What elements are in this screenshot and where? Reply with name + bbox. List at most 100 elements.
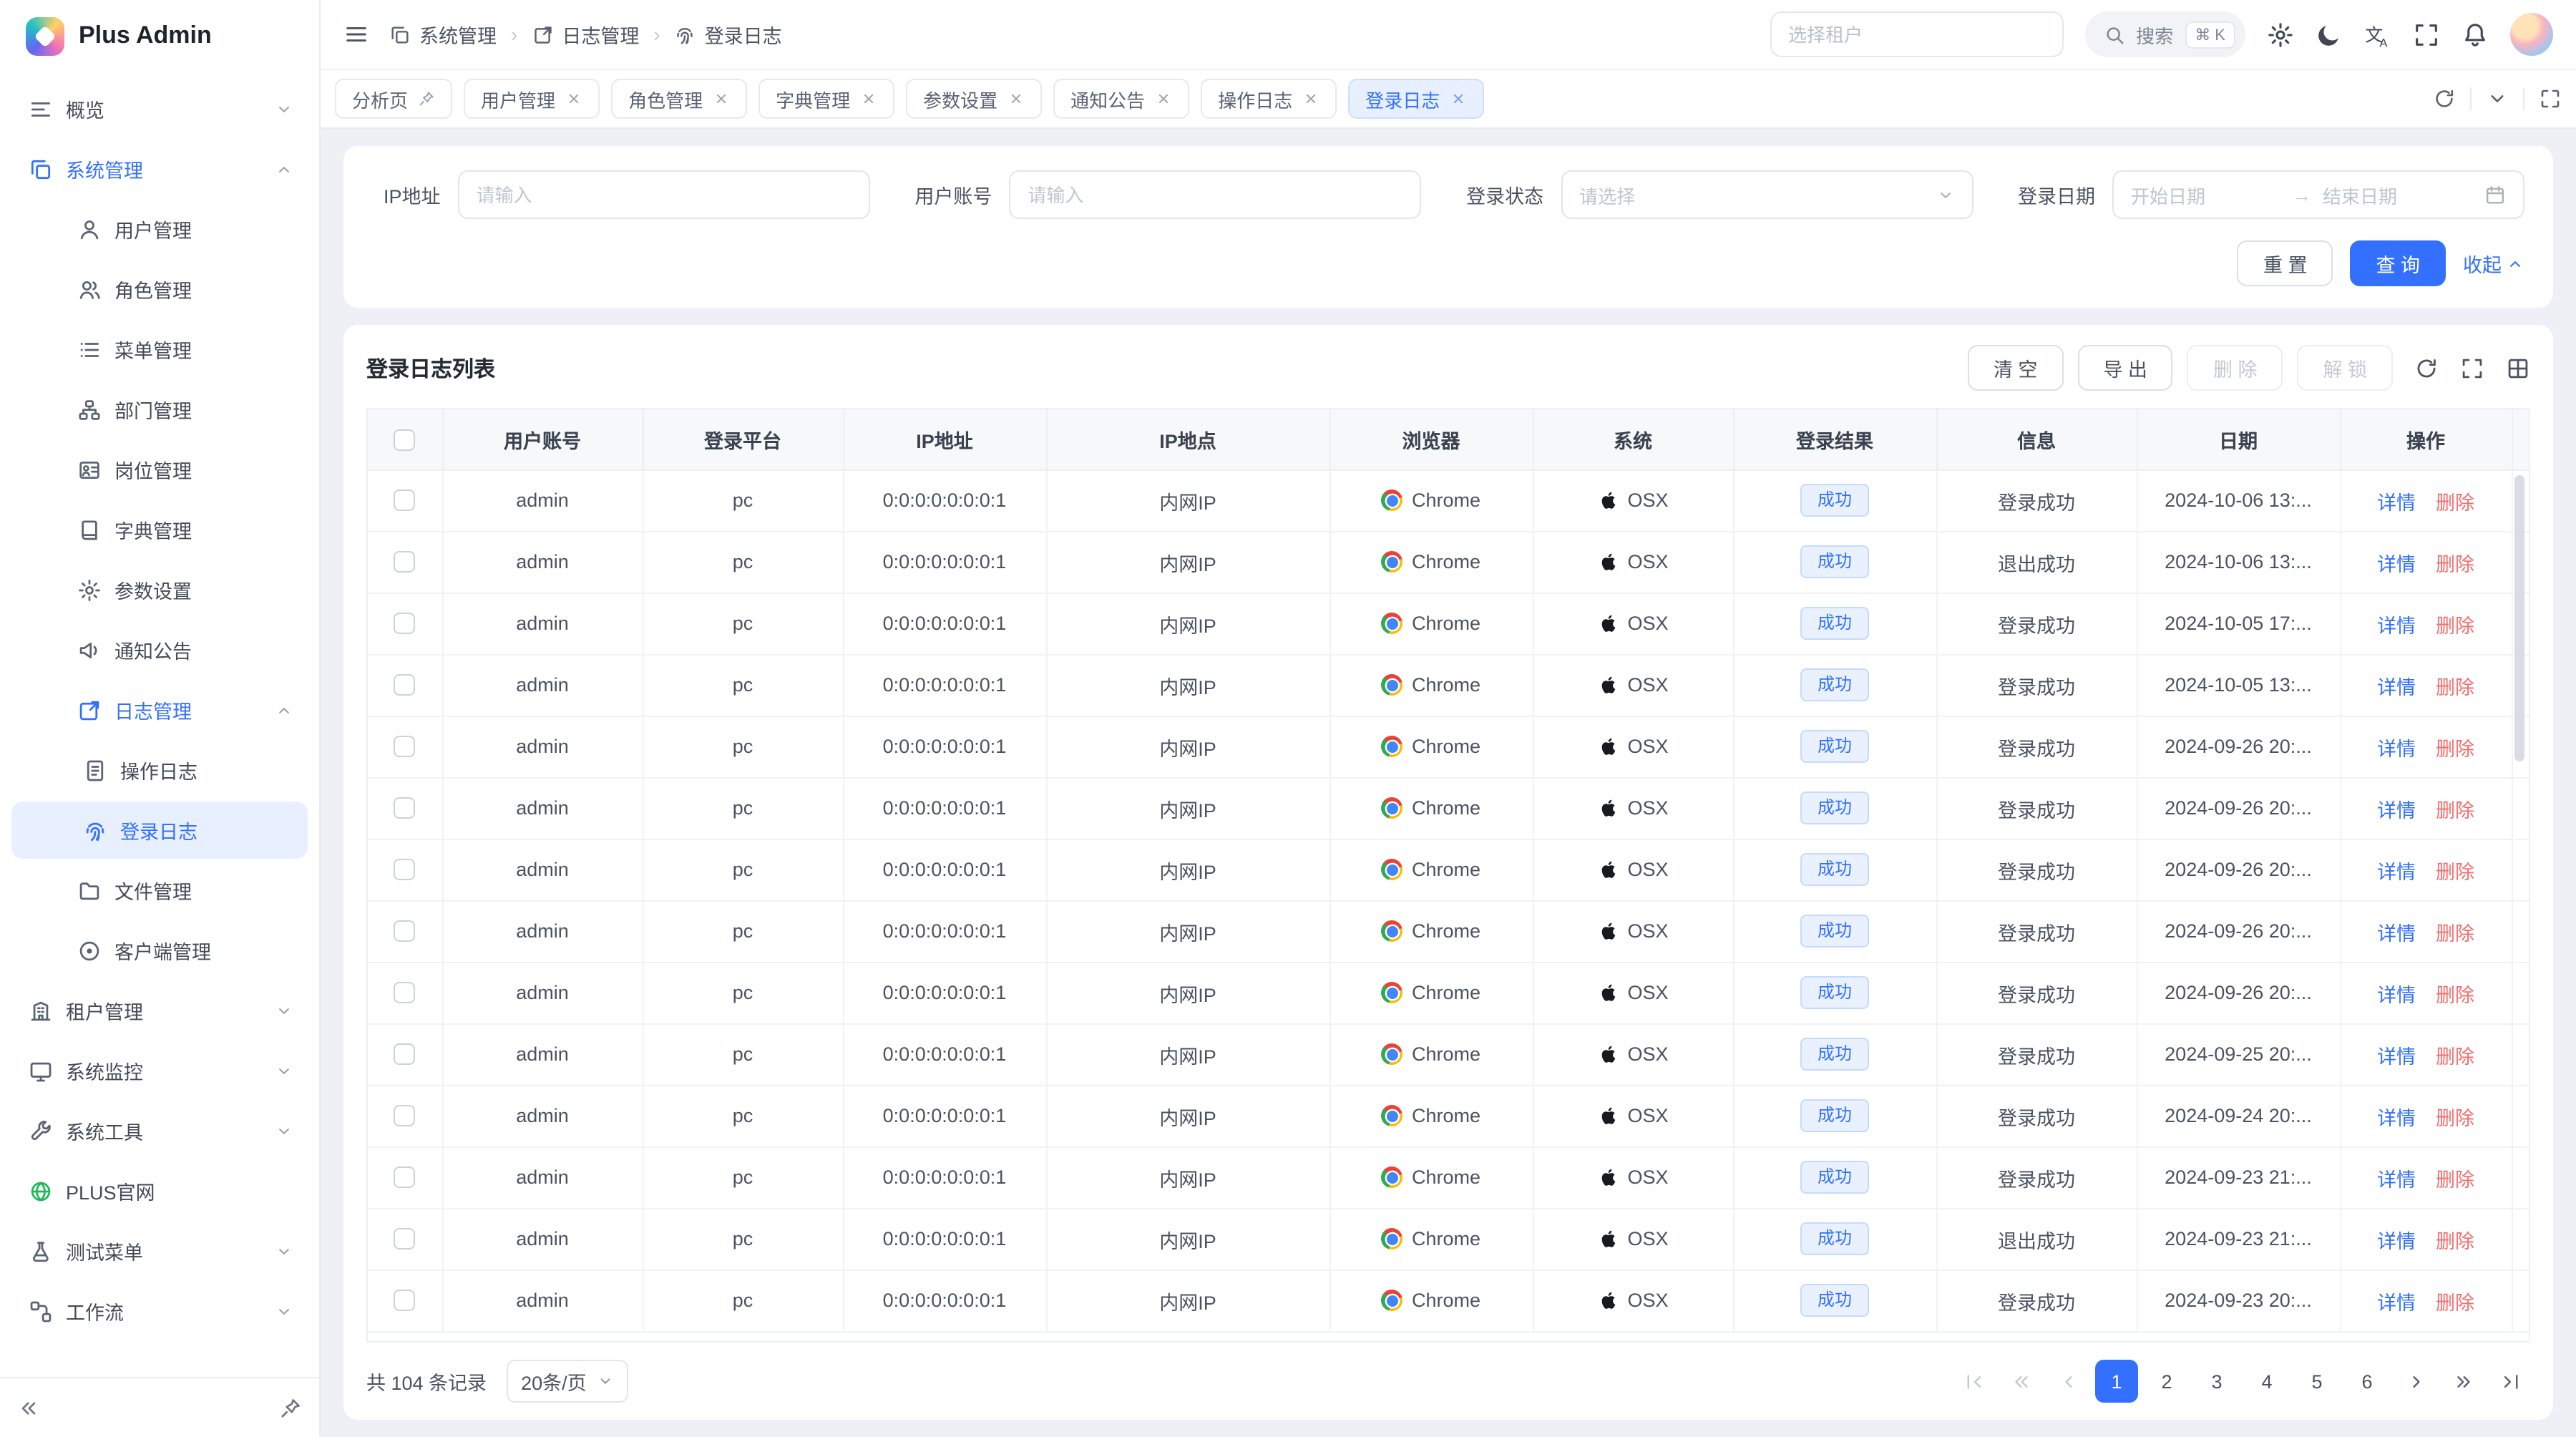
maximize-content-icon[interactable]: [2539, 87, 2562, 110]
row-checkbox[interactable]: [394, 1106, 416, 1127]
sidebar-item[interactable]: 系统监控: [11, 1042, 308, 1099]
row-checkbox[interactable]: [394, 613, 416, 635]
row-checkbox[interactable]: [394, 798, 416, 819]
next-page-button[interactable]: [2396, 1360, 2436, 1403]
tab[interactable]: 字典管理: [758, 79, 894, 119]
fullscreen-icon[interactable]: [2413, 21, 2440, 48]
detail-link[interactable]: 详情: [2377, 553, 2416, 575]
tab[interactable]: 操作日志: [1201, 79, 1337, 119]
sidebar-item[interactable]: 操作日志: [11, 741, 308, 799]
collapse-filter-link[interactable]: 收起: [2463, 249, 2524, 278]
select-all-checkbox[interactable]: [394, 429, 416, 450]
sidebar-item[interactable]: 岗位管理: [11, 441, 308, 498]
page-number-button[interactable]: 2: [2145, 1360, 2188, 1403]
delete-button[interactable]: 删 除: [2187, 345, 2283, 391]
detail-link[interactable]: 详情: [2377, 984, 2416, 1005]
close-tab-icon[interactable]: [713, 90, 730, 107]
breadcrumb-item[interactable]: 系统管理: [389, 20, 497, 49]
delete-link[interactable]: 删除: [2436, 861, 2474, 882]
sidebar-item[interactable]: 客户端管理: [11, 922, 308, 979]
pin-sidebar-button[interactable]: [279, 1396, 302, 1419]
sidebar-item[interactable]: 参数设置: [11, 561, 308, 618]
delete-link[interactable]: 删除: [2436, 799, 2474, 821]
tab[interactable]: 角色管理: [611, 79, 747, 119]
delete-link[interactable]: 删除: [2436, 676, 2474, 698]
sidebar-item[interactable]: 租户管理: [11, 982, 308, 1039]
date-range-picker[interactable]: 开始日期 → 结束日期: [2112, 170, 2524, 219]
delete-link[interactable]: 删除: [2436, 1046, 2474, 1067]
language-translate-icon[interactable]: 文A: [2364, 21, 2391, 48]
sidebar-item[interactable]: 用户管理: [11, 200, 308, 258]
dark-mode-moon-icon[interactable]: [2316, 21, 2343, 48]
settings-gear-icon[interactable]: [2267, 21, 2294, 48]
sidebar-item[interactable]: 系统工具: [11, 1102, 308, 1159]
breadcrumb-item[interactable]: 登录日志: [675, 20, 782, 49]
row-checkbox[interactable]: [394, 675, 416, 696]
tenant-select-input[interactable]: [1770, 11, 2063, 57]
table-scrollbar[interactable]: [2514, 475, 2524, 761]
fullscreen-table-icon[interactable]: [2460, 356, 2484, 380]
page-number-button[interactable]: 3: [2195, 1360, 2238, 1403]
breadcrumb-item[interactable]: 日志管理: [532, 20, 639, 49]
detail-link[interactable]: 详情: [2377, 1107, 2416, 1129]
collapse-sidebar-button[interactable]: [17, 1396, 40, 1419]
notification-bell-icon[interactable]: [2462, 21, 2489, 48]
row-checkbox[interactable]: [394, 1229, 416, 1250]
detail-link[interactable]: 详情: [2377, 1046, 2416, 1067]
delete-link[interactable]: 删除: [2436, 922, 2474, 944]
unlock-button[interactable]: 解 锁: [2297, 345, 2393, 391]
sidebar-item[interactable]: 工作流: [11, 1282, 308, 1340]
row-checkbox[interactable]: [394, 552, 416, 573]
sidebar-item[interactable]: 角色管理: [11, 260, 308, 318]
close-tab-icon[interactable]: [1008, 90, 1025, 107]
delete-link[interactable]: 删除: [2436, 1107, 2474, 1129]
detail-link[interactable]: 详情: [2377, 738, 2416, 759]
tab[interactable]: 登录日志: [1348, 79, 1484, 119]
delete-link[interactable]: 删除: [2436, 984, 2474, 1005]
reset-button[interactable]: 重 置: [2238, 240, 2333, 286]
clear-button[interactable]: 清 空: [1968, 345, 2064, 391]
tab[interactable]: 用户管理: [464, 79, 600, 119]
close-tab-icon[interactable]: [1155, 90, 1172, 107]
sidebar-item[interactable]: 通知公告: [11, 621, 308, 678]
tab-options-chevron-icon[interactable]: [2486, 87, 2509, 110]
hamburger-menu-icon[interactable]: [343, 21, 369, 47]
close-tab-icon[interactable]: [1302, 90, 1319, 107]
delete-link[interactable]: 删除: [2436, 492, 2474, 513]
delete-link[interactable]: 删除: [2436, 553, 2474, 575]
user-avatar[interactable]: [2510, 13, 2553, 56]
sidebar-item[interactable]: PLUS官网: [11, 1162, 308, 1219]
status-filter-select[interactable]: 请选择: [1561, 170, 1973, 219]
page-size-select[interactable]: 20条/页: [507, 1360, 628, 1403]
row-checkbox[interactable]: [394, 1290, 416, 1312]
delete-link[interactable]: 删除: [2436, 1292, 2474, 1313]
row-checkbox[interactable]: [394, 983, 416, 1004]
detail-link[interactable]: 详情: [2377, 1230, 2416, 1252]
sidebar-item[interactable]: 日志管理: [11, 681, 308, 739]
refresh-page-icon[interactable]: [2433, 87, 2456, 110]
tab[interactable]: 参数设置: [906, 79, 1042, 119]
prev-page-button[interactable]: [2048, 1360, 2088, 1403]
ip-filter-input[interactable]: [458, 170, 870, 219]
page-number-button[interactable]: 4: [2245, 1360, 2288, 1403]
page-number-button[interactable]: 1: [2095, 1360, 2138, 1403]
sidebar-item[interactable]: 系统管理: [11, 140, 308, 198]
detail-link[interactable]: 详情: [2377, 922, 2416, 944]
detail-link[interactable]: 详情: [2377, 676, 2416, 698]
query-button[interactable]: 查 询: [2350, 240, 2446, 286]
last-page-button[interactable]: [2490, 1360, 2530, 1403]
detail-link[interactable]: 详情: [2377, 1292, 2416, 1313]
delete-link[interactable]: 删除: [2436, 738, 2474, 759]
delete-link[interactable]: 删除: [2436, 615, 2474, 636]
sidebar-item[interactable]: 登录日志: [11, 802, 308, 859]
column-settings-icon[interactable]: [2506, 356, 2530, 380]
sidebar-item[interactable]: 文件管理: [11, 862, 308, 919]
page-number-button[interactable]: 5: [2296, 1360, 2338, 1403]
close-tab-icon[interactable]: [565, 90, 582, 107]
detail-link[interactable]: 详情: [2377, 799, 2416, 821]
first-page-button[interactable]: [1953, 1360, 1994, 1403]
tab[interactable]: 分析页: [335, 79, 452, 119]
row-checkbox[interactable]: [394, 921, 416, 942]
sidebar-item[interactable]: 菜单管理: [11, 321, 308, 378]
refresh-table-icon[interactable]: [2414, 356, 2439, 380]
